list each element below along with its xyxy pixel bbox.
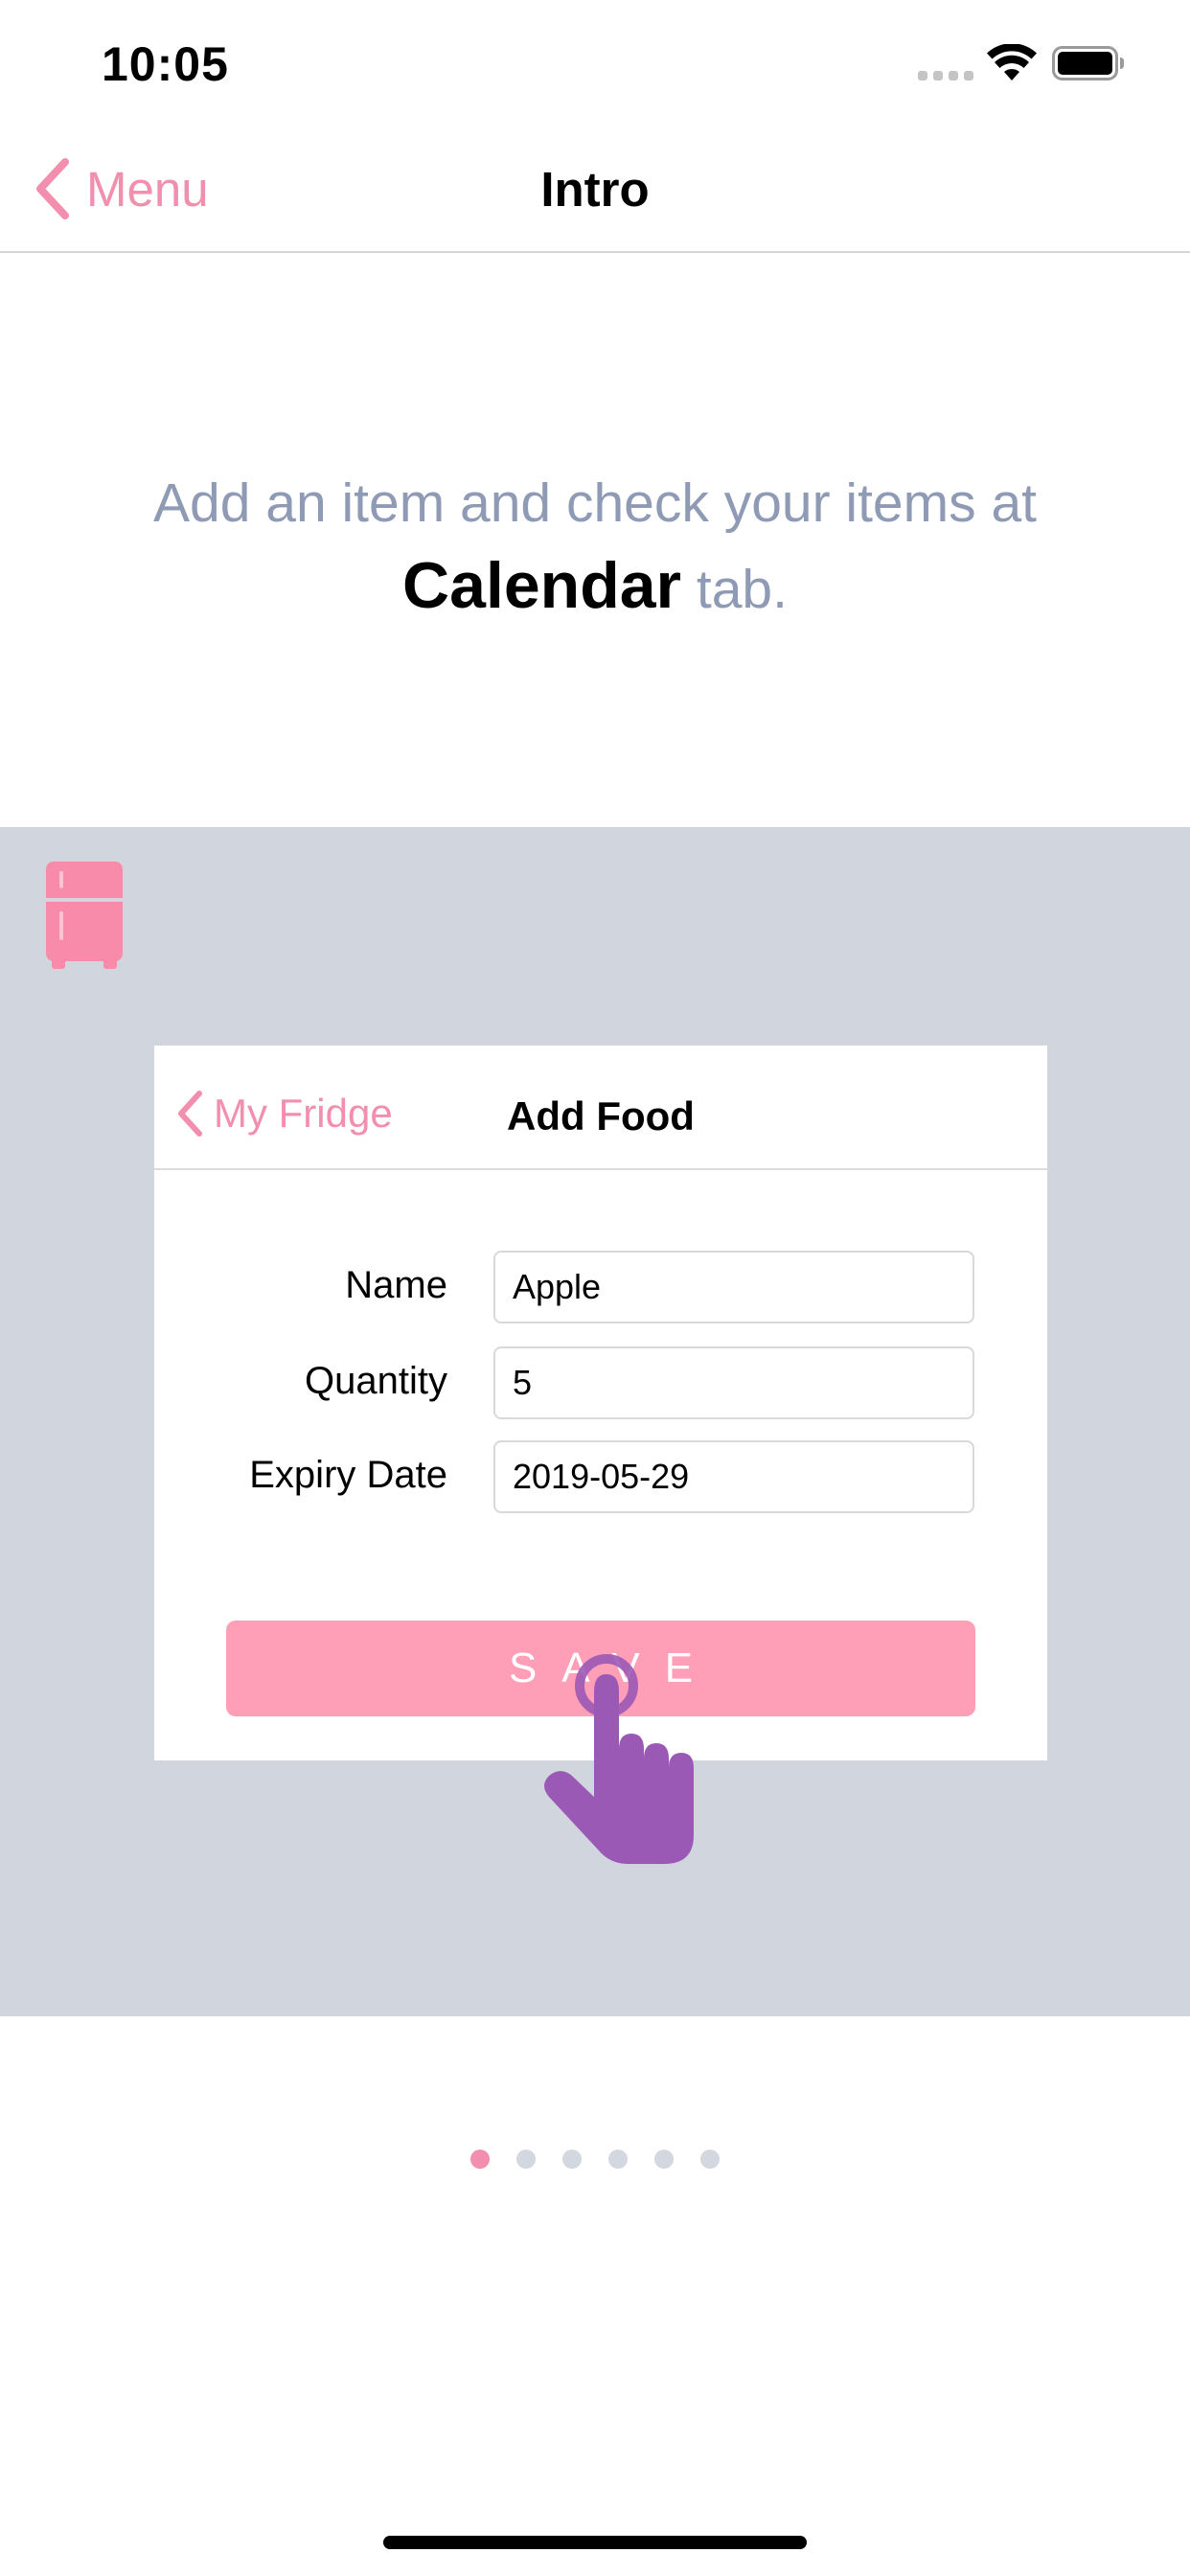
page-title: Intro [540,162,650,217]
expiry-date-row: Expiry Date [154,1440,1047,1513]
name-field [493,1251,974,1323]
cellular-signal-icon [918,71,973,80]
intro-description: Add an item and check your items at Cale… [0,462,1190,631]
page-dot-6[interactable] [700,2150,720,2169]
intro-line-2-suffix: tab. [681,559,788,620]
tap-hand-icon [544,1654,694,1864]
quantity-row: Quantity [154,1346,1047,1419]
battery-icon [1052,46,1124,80]
page-dot-2[interactable] [516,2150,536,2169]
page-dot-5[interactable] [654,2150,674,2169]
fridge-icon [46,862,123,969]
intro-line-1: Add an item and check your items at [153,472,1037,534]
quantity-field [493,1346,974,1419]
intro-screen: 10:05 Menu Intro Add an item and check y… [0,0,1190,2576]
expiry-date-field [493,1440,974,1513]
mini-title: Add Food [507,1093,695,1138]
expiry-date-label: Expiry Date [249,1454,447,1496]
page-indicator [0,2150,1190,2169]
mini-navigation-bar: My Fridge Add Food [154,1046,1047,1170]
page-dot-3[interactable] [562,2150,582,2169]
page-dot-4[interactable] [608,2150,628,2169]
status-time: 10:05 [102,37,229,91]
page-dot-1[interactable] [470,2150,490,2169]
name-label: Name [345,1264,447,1306]
intro-line-2: Calendar tab. [0,544,1190,631]
home-indicator[interactable] [383,2536,807,2549]
navigation-bar: Menu Intro [0,126,1190,253]
quantity-label: Quantity [305,1360,447,1402]
name-row: Name [154,1251,1047,1323]
wifi-icon [987,44,1037,80]
calendar-highlight: Calendar [402,549,682,622]
status-bar: 10:05 [0,0,1190,126]
intro-illustration-panel: My Fridge Add Food Name Quantity Expiry … [0,827,1190,2016]
